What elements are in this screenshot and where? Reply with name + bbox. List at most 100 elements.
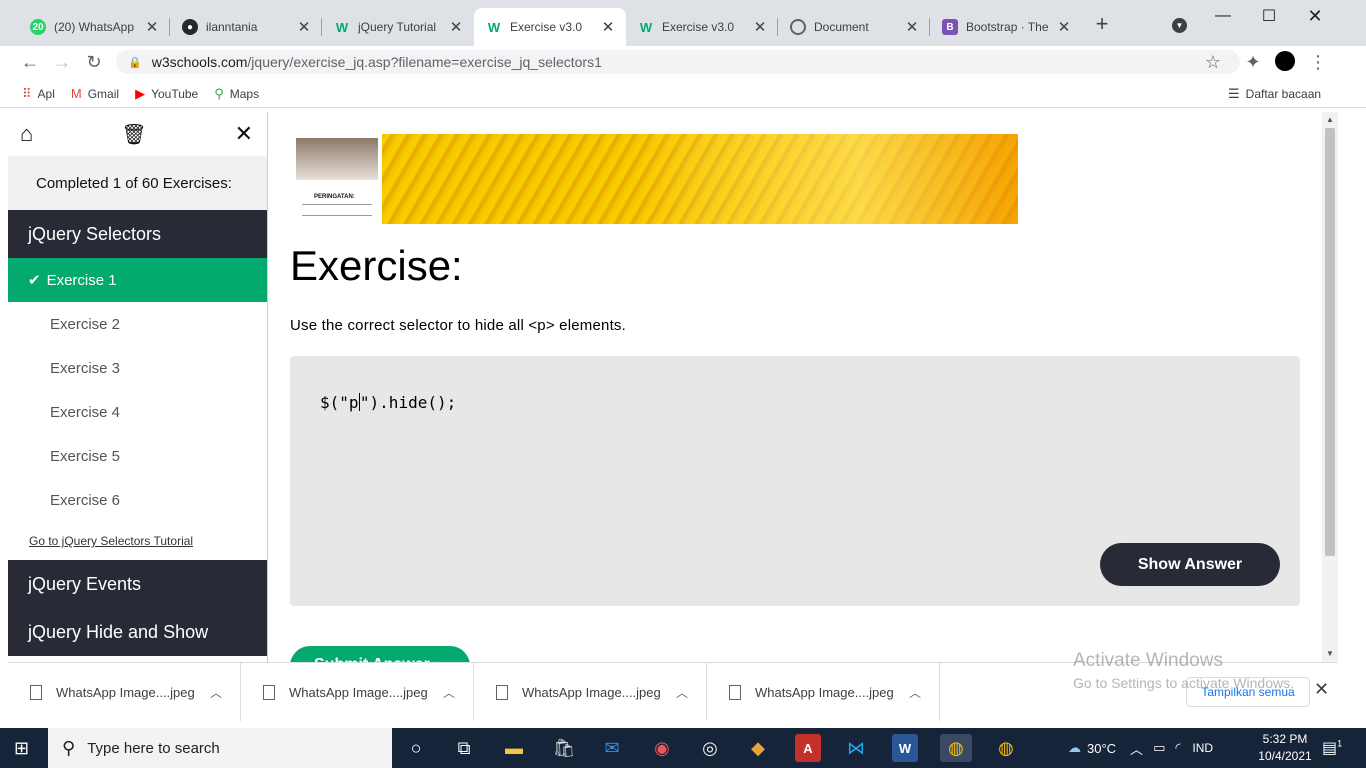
checkmark-icon: ✔ [28, 272, 41, 289]
close-tab-icon[interactable]: ✕ [904, 18, 920, 36]
windows-taskbar: ⊞ ⚲ Type here to search ○ ⧉ ▬ 🛍 ✉ ◉ ◎ ◆ … [0, 728, 1366, 768]
image-file-icon [263, 684, 275, 700]
close-tab-icon[interactable]: ✕ [448, 18, 464, 36]
bookmark-youtube[interactable]: ▶ YouTube [135, 86, 198, 102]
menu-kebab-icon[interactable]: ⋮ [1308, 52, 1328, 72]
bookmark-gmail[interactable]: M Gmail [71, 86, 119, 101]
scrollbar-thumb[interactable] [1325, 128, 1335, 556]
maximize-button[interactable]: ☐ [1246, 0, 1292, 32]
app-icon[interactable]: ◆ [742, 734, 774, 762]
chevron-up-icon[interactable]: ︿ [443, 684, 455, 701]
weather-temp[interactable]: 30°C [1087, 741, 1116, 756]
chrome-icon[interactable]: ◍ [990, 734, 1022, 762]
tab-whatsapp[interactable]: 20 (20) WhatsApp ✕ [18, 8, 170, 46]
submit-answer-button[interactable]: Submit Answer » [290, 646, 470, 662]
close-tab-icon[interactable]: ✕ [752, 18, 768, 36]
exercise-item-3[interactable]: Exercise 3 [8, 346, 267, 390]
battery-icon[interactable]: ▭ [1153, 740, 1165, 756]
word-icon[interactable]: W [892, 734, 918, 762]
media-icon[interactable]: ◎ [694, 734, 726, 762]
scroll-down-icon[interactable]: ▼ [1325, 649, 1335, 659]
globe-icon [790, 19, 806, 35]
reload-icon[interactable]: ↻ [84, 52, 104, 72]
forward-icon[interactable]: → [52, 52, 72, 72]
page-title: Exercise: [290, 242, 463, 289]
download-item[interactable]: WhatsApp Image....jpeg ︿ [707, 663, 940, 721]
download-item[interactable]: WhatsApp Image....jpeg ︿ [241, 663, 474, 721]
vscode-icon[interactable]: ⋈ [840, 734, 872, 762]
download-item[interactable]: WhatsApp Image....jpeg ︿ [8, 663, 241, 721]
tab-jquery-tutorial[interactable]: W jQuery Tutorial ✕ [322, 8, 474, 46]
exercise-item-1[interactable]: ✔ Exercise 1 [8, 258, 267, 302]
clock[interactable]: 5:32 PM 10/4/2021 [1256, 731, 1314, 765]
bootstrap-icon: B [942, 19, 958, 35]
tab-bootstrap[interactable]: B Bootstrap · The ✕ [930, 8, 1082, 46]
taskbar-search[interactable]: ⚲ Type here to search [48, 728, 392, 768]
close-icon[interactable]: ✕ [235, 121, 253, 147]
url-host: w3schools.com [151, 54, 248, 70]
bookmark-star-icon[interactable]: ☆ [1203, 52, 1223, 72]
scroll-up-icon[interactable]: ▲ [1325, 115, 1335, 125]
exercise-item-6[interactable]: Exercise 6 [8, 478, 267, 522]
close-tab-icon[interactable]: ✕ [600, 18, 616, 36]
tab-exercise[interactable]: W Exercise v3.0 ✕ [626, 8, 778, 46]
code-suffix: ").hide(); [359, 392, 457, 412]
notification-center-icon[interactable]: ▤1 [1322, 738, 1342, 758]
exercise-item-4[interactable]: Exercise 4 [8, 390, 267, 434]
tab-title: jQuery Tutorial [358, 20, 437, 34]
download-item[interactable]: WhatsApp Image....jpeg ︿ [474, 663, 707, 721]
section-jquery-hide-show[interactable]: jQuery Hide and Show [8, 608, 267, 656]
tutorial-link[interactable]: Go to jQuery Selectors Tutorial [8, 522, 267, 560]
bookmark-maps[interactable]: ⚲ Maps [214, 86, 259, 102]
reading-list[interactable]: ☰ Daftar bacaan [1228, 86, 1321, 102]
home-icon[interactable]: ⌂ [20, 121, 33, 147]
minimize-button[interactable]: — [1200, 0, 1246, 32]
activate-windows-watermark: Activate Windows Go to Settings to activ… [1073, 650, 1294, 691]
code-editor: $(" ").hide(); Show Answer [290, 356, 1300, 606]
wifi-icon[interactable]: ◜ [1175, 740, 1180, 756]
tab-title: Document [814, 20, 869, 34]
tab-document[interactable]: Document ✕ [778, 8, 930, 46]
windows-start-icon[interactable]: ⊞ [14, 738, 29, 759]
image-file-icon [496, 684, 508, 700]
extensions-icon[interactable]: ✦ [1243, 52, 1263, 72]
exercise-sidebar: ⌂ 🗑 ✕ Completed 1 of 60 Exercises: jQuer… [8, 112, 268, 662]
cortana-icon[interactable]: ○ [400, 734, 432, 762]
chevron-up-icon[interactable]: ︿ [909, 684, 921, 701]
close-window-button[interactable]: ✕ [1292, 0, 1338, 32]
chevron-up-icon[interactable]: ︿ [1130, 739, 1143, 758]
chevron-up-icon[interactable]: ︿ [676, 684, 688, 701]
store-icon[interactable]: 🛍 [548, 734, 580, 762]
section-jquery-selectors[interactable]: jQuery Selectors [8, 210, 267, 258]
chevron-up-icon[interactable]: ︿ [210, 684, 222, 701]
mail-icon[interactable]: ✉ [596, 734, 628, 762]
back-icon[interactable]: ← [20, 52, 40, 72]
tab-search-icon[interactable]: ▼ [1172, 18, 1187, 33]
profile-avatar[interactable] [1275, 51, 1295, 71]
exercise-instruction: Use the correct selector to hide all <p>… [290, 317, 627, 334]
language-indicator[interactable]: IND [1192, 741, 1213, 755]
section-jquery-events[interactable]: jQuery Events [8, 560, 267, 608]
bookmark-apps[interactable]: ⠿ Apl [22, 86, 55, 102]
app-icon[interactable]: ◉ [646, 734, 678, 762]
tab-exercise-active[interactable]: W Exercise v3.0 ✕ [474, 8, 626, 46]
chrome-icon[interactable]: ◍ [940, 734, 972, 762]
task-view-icon[interactable]: ⧉ [448, 734, 480, 762]
exercise-item-5[interactable]: Exercise 5 [8, 434, 267, 478]
file-explorer-icon[interactable]: ▬ [498, 734, 530, 762]
new-tab-button[interactable]: + [1092, 13, 1112, 35]
close-tab-icon[interactable]: ✕ [1056, 18, 1072, 36]
ad-banner[interactable]: PERINGATAN: [296, 134, 1018, 224]
close-tab-icon[interactable]: ✕ [296, 18, 312, 36]
weather-icon[interactable]: ☁ [1068, 740, 1081, 756]
image-file-icon [729, 684, 741, 700]
show-answer-button[interactable]: Show Answer [1100, 543, 1280, 586]
access-icon[interactable]: A [795, 734, 821, 762]
address-bar[interactable]: 🔒 w3schools.com/jquery/exercise_jq.asp?f… [116, 50, 1240, 74]
page-scrollbar[interactable]: ▲ ▼ [1322, 112, 1338, 662]
trash-icon[interactable]: 🗑 [121, 122, 146, 147]
close-tab-icon[interactable]: ✕ [144, 18, 160, 36]
exercise-item-2[interactable]: Exercise 2 [8, 302, 267, 346]
tab-github[interactable]: ● ilanntania ✕ [170, 8, 322, 46]
close-downloads-icon[interactable]: ✕ [1314, 679, 1329, 700]
